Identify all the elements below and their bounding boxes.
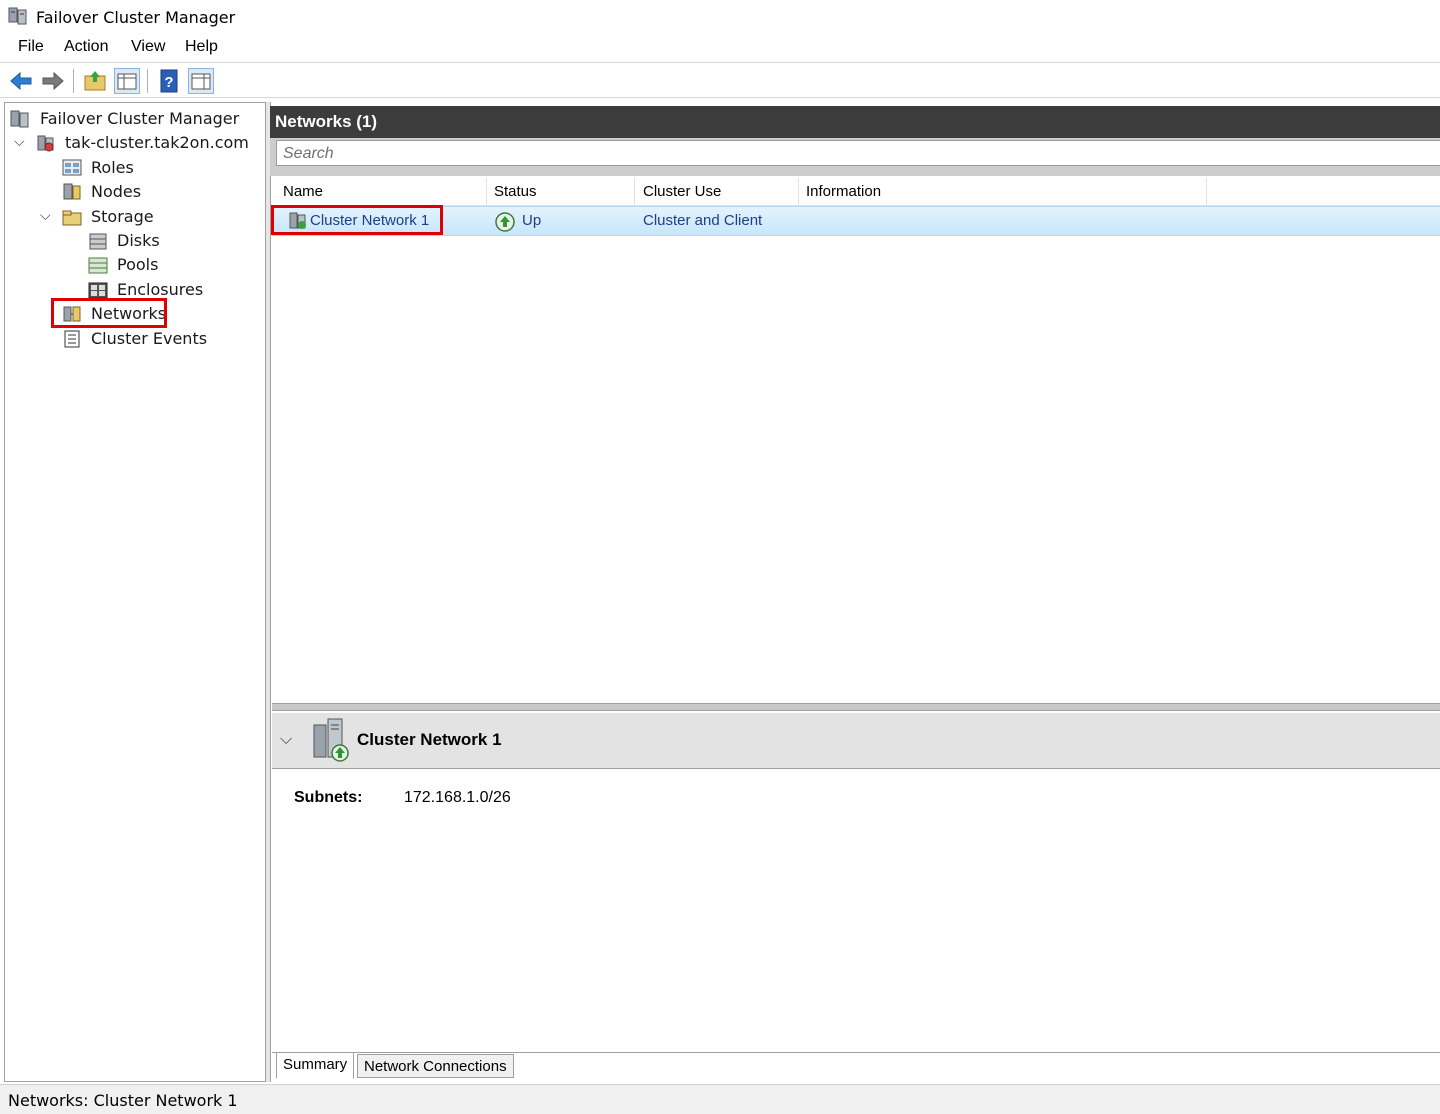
pools-icon	[88, 257, 108, 274]
tab-network-connections[interactable]: Network Connections	[357, 1054, 514, 1078]
grid-header: Name Status Cluster Use Information	[272, 178, 1440, 206]
table-row[interactable]: Cluster Network 1 Up Cluster and Client	[272, 206, 1440, 236]
pane-divider[interactable]	[272, 703, 1440, 711]
status-bar: Networks: Cluster Network 1	[0, 1084, 1440, 1114]
back-arrow-icon	[10, 71, 32, 91]
roles-icon	[62, 159, 82, 176]
highlight-box	[51, 298, 167, 328]
tree-item-label: Roles	[91, 158, 134, 177]
networks-header: Networks (1)	[270, 106, 1440, 138]
results-pane	[270, 102, 1440, 1082]
highlight-box	[271, 205, 443, 235]
help-icon: ?	[160, 69, 178, 93]
nodes-icon	[63, 183, 81, 200]
toolbar-separator	[73, 69, 74, 93]
show-hide-console-tree-button[interactable]	[114, 68, 140, 94]
search-input[interactable]: Search	[276, 140, 1440, 166]
cluster-icon	[37, 135, 54, 152]
search-band: Search	[270, 138, 1440, 176]
back-button[interactable]	[8, 68, 34, 94]
menu-bar: File Action View Help	[0, 34, 1440, 62]
up-folder-icon	[84, 71, 106, 91]
chevron-down-icon[interactable]: ⌵	[14, 134, 25, 150]
tree-item-label: tak-cluster.tak2on.com	[65, 133, 249, 152]
column-header-cluster-use[interactable]: Cluster Use	[635, 178, 799, 206]
column-header-name[interactable]: Name	[275, 178, 487, 206]
cluster-events-icon	[64, 330, 80, 348]
forward-arrow-icon	[42, 71, 64, 91]
toolbar: ?	[0, 62, 1440, 98]
subnets-label: Subnets:	[294, 789, 363, 806]
toolbar-separator	[147, 69, 148, 93]
chevron-down-icon[interactable]: ⌵	[280, 729, 292, 749]
storage-folder-icon	[62, 210, 82, 226]
forward-button[interactable]	[40, 68, 66, 94]
show-hide-action-pane-icon	[191, 73, 211, 90]
status-up-icon	[495, 212, 515, 232]
detail-header: ⌵ Cluster Network 1	[272, 713, 1440, 769]
subnets-value: 172.168.1.0/26	[404, 789, 511, 806]
tab-summary[interactable]: Summary	[276, 1053, 355, 1079]
cell-status: Up	[522, 212, 542, 229]
detail-title: Cluster Network 1	[357, 730, 502, 749]
show-hide-action-pane-button[interactable]	[188, 68, 214, 94]
cluster-manager-icon	[10, 110, 29, 128]
disks-icon	[89, 233, 107, 250]
help-button[interactable]: ?	[156, 68, 182, 94]
chevron-down-icon[interactable]: ⌵	[40, 208, 51, 224]
up-one-level-button[interactable]	[82, 68, 108, 94]
column-header-status[interactable]: Status	[486, 178, 635, 206]
tree-item-label: Cluster Events	[91, 329, 208, 348]
cluster-network-large-icon	[313, 718, 349, 762]
status-text: Networks: Cluster Network 1	[8, 1091, 238, 1110]
menu-action[interactable]: Action	[64, 38, 108, 56]
tabs-divider	[272, 1052, 1440, 1053]
networks-header-title: Networks (1)	[275, 112, 378, 131]
tree-item-label: Disks	[117, 231, 160, 250]
tree-item-label: Storage	[91, 207, 154, 226]
svg-text:?: ?	[164, 74, 173, 91]
menu-help[interactable]: Help	[185, 38, 218, 56]
menu-file[interactable]: File	[18, 38, 44, 56]
enclosures-icon	[88, 282, 108, 299]
tree-item-label: Nodes	[91, 182, 142, 201]
cell-cluster-use: Cluster and Client	[643, 212, 763, 229]
show-hide-console-tree-icon	[117, 73, 137, 90]
window-title: Failover Cluster Manager	[36, 8, 236, 27]
column-header-information[interactable]: Information	[798, 178, 1207, 206]
title-bar: Failover Cluster Manager	[0, 0, 1440, 34]
menu-view[interactable]: View	[131, 38, 165, 56]
tree-item-label: Enclosures	[117, 280, 204, 299]
tree-item-label: Pools	[117, 255, 159, 274]
cluster-manager-icon	[8, 7, 27, 25]
tree-item-label: Failover Cluster Manager	[40, 109, 240, 128]
